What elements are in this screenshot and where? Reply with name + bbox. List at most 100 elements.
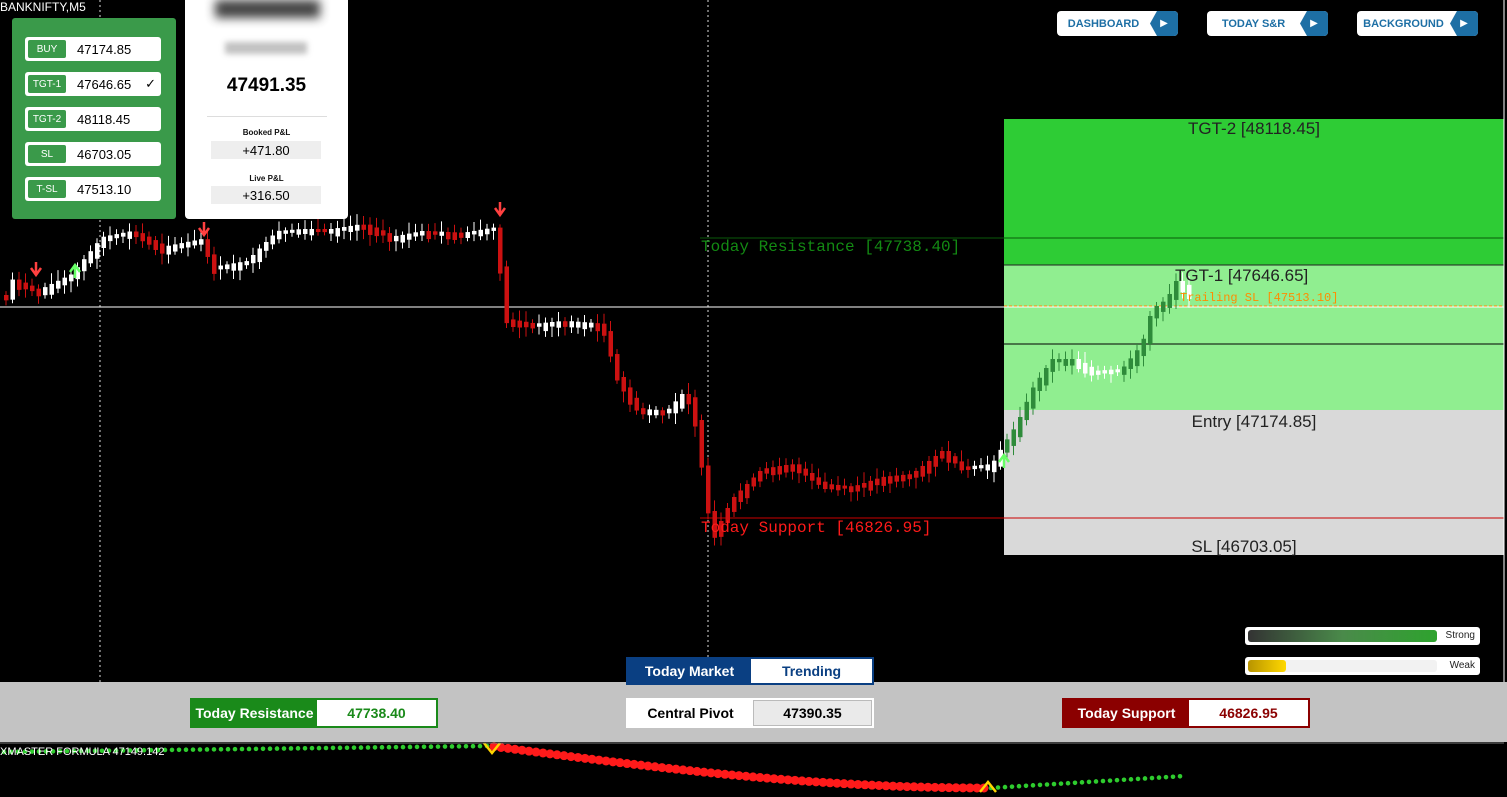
blurred-header (215, 0, 320, 18)
candle-body-140 (914, 470, 919, 478)
candle-body-143 (933, 455, 938, 467)
today-resistance-chart-label: Today Resistance [47738.40] (701, 238, 961, 256)
candle-body-178 (1161, 301, 1166, 312)
trade-levels-panel: BUY 47174.85 TGT-1 47646.65 ✓ TGT-2 4811… (12, 18, 176, 219)
candle-body-127 (829, 484, 834, 490)
central-pivot-value: 47390.35 (753, 700, 872, 726)
candle-body-51 (335, 228, 340, 237)
candle-body-148 (966, 466, 971, 470)
strength-bar-strong: Strong (1245, 627, 1480, 645)
candle-body-38 (251, 255, 256, 264)
indicator-dot-34 (239, 746, 245, 752)
dashboard-button[interactable]: DASHBOARD ▶ (1057, 11, 1178, 36)
candle-body-104 (680, 394, 685, 409)
indicator-dot-160 (1121, 777, 1127, 783)
candle-body-179 (1167, 294, 1172, 308)
candle-body-100 (654, 409, 659, 416)
candle-body-58 (381, 230, 386, 236)
background-button[interactable]: BACKGROUND ▶ (1357, 11, 1478, 36)
trade-tag-buy: BUY (28, 40, 66, 58)
candle-body-102 (667, 408, 672, 414)
central-pivot-box: Central Pivot 47390.35 (626, 698, 874, 728)
indicator-dot-31 (218, 746, 224, 752)
candle-body-6 (43, 287, 48, 296)
indicator-dot-150 (1051, 781, 1057, 787)
candle-body-72 (472, 230, 477, 235)
candle-body-144 (940, 451, 945, 459)
zone-label-sl: SL [46703.05] (1191, 537, 1297, 556)
zone-tgt2 (1004, 119, 1504, 265)
candle-body-44 (290, 229, 295, 233)
indicator-dot-67 (470, 743, 476, 749)
candle-body-73 (478, 229, 483, 237)
candle-body-85 (556, 321, 561, 328)
candle-body-128 (836, 484, 841, 491)
indicator-dot-43 (302, 745, 308, 751)
trade-row-tgt2: TGT-2 48118.45 (25, 107, 161, 131)
indicator-dot-58 (407, 744, 413, 750)
candle-body-27 (179, 243, 184, 249)
candle-body-160 (1044, 368, 1049, 386)
candle-body-129 (842, 485, 847, 489)
candle-body-158 (1031, 387, 1036, 409)
trade-tag-sl: SL (28, 145, 66, 163)
indicator-dot-52 (365, 745, 371, 750)
candle-body-136 (888, 476, 893, 484)
candle-body-141 (920, 465, 925, 477)
candle-body-20 (134, 231, 139, 238)
strength-bar-weak: Weak (1245, 657, 1480, 675)
candle-body-168 (1096, 370, 1101, 375)
candle-body-17 (114, 234, 119, 239)
candle-body-134 (875, 478, 880, 486)
candle-body-131 (855, 485, 860, 492)
candle-body-172 (1122, 366, 1127, 375)
candle-body-49 (322, 229, 327, 233)
trade-value-tgt1: 47646.65 (77, 76, 132, 92)
indicator-dot-35 (246, 746, 252, 752)
candle-body-18 (121, 232, 126, 237)
candle-body-37 (244, 261, 249, 266)
candle-body-35 (231, 263, 236, 271)
indicator-dot-146 (1023, 783, 1029, 789)
indicator-dot-28 (197, 747, 203, 752)
play-arrow-icon: ▶ (1150, 11, 1178, 36)
candle-body-90 (589, 322, 594, 328)
trade-row-buy: BUY 47174.85 (25, 37, 161, 61)
candle-body-66 (433, 231, 438, 235)
candle-body-13 (88, 251, 93, 264)
candle-body-162 (1057, 359, 1062, 363)
indicator-dot-56 (393, 744, 399, 750)
today-sr-button[interactable]: TODAY S&R ▶ (1207, 11, 1328, 36)
candle-body-115 (751, 477, 756, 487)
today-support-label: Today Support (1064, 700, 1189, 726)
candle-body-5 (36, 288, 41, 297)
candle-body-15 (101, 236, 106, 248)
indicator-dot-36 (253, 746, 259, 752)
candle-body-105 (686, 394, 691, 405)
indicator-dot-156 (1093, 779, 1099, 784)
candle-body-83 (543, 322, 548, 332)
candle-body-56 (368, 224, 373, 235)
indicator-dot-165 (1156, 775, 1162, 780)
candle-body-107 (699, 420, 704, 468)
indicator-dot-167 (1170, 774, 1176, 780)
candle-body-0 (4, 295, 9, 301)
candle-body-103 (673, 401, 678, 414)
trade-row-sl: SL 46703.05 (25, 142, 161, 166)
indicator-dot-157 (1100, 778, 1106, 784)
indicator-dot-42 (295, 746, 301, 751)
candle-body-71 (465, 232, 470, 239)
today-sr-button-label: TODAY S&R (1221, 17, 1286, 30)
candle-body-48 (316, 229, 321, 232)
indicator-dot-54 (379, 745, 385, 750)
candle-body-45 (296, 229, 301, 235)
indicator-dot-49 (344, 745, 350, 751)
indicator-dot-33 (232, 746, 238, 752)
candle-body-28 (186, 241, 191, 248)
play-arrow-icon: ▶ (1300, 11, 1328, 36)
weak-track (1248, 660, 1437, 672)
indicator-dot-38 (267, 746, 273, 751)
indicator-dot-155 (1086, 779, 1092, 785)
indicator-dot-65 (456, 744, 462, 749)
indicator-dot-53 (372, 745, 378, 750)
